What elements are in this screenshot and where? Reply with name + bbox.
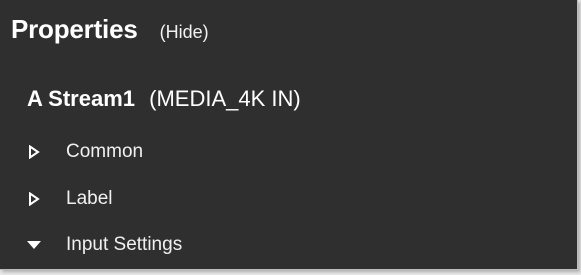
- triangle-right-icon: [24, 142, 44, 162]
- object-type: (MEDIA_4K IN): [149, 86, 301, 111]
- object-name: A Stream1: [27, 86, 136, 111]
- section-label: Input Settings: [66, 234, 183, 255]
- panel-title: Properties: [11, 14, 138, 44]
- section-label: Label: [66, 188, 113, 209]
- panel-header: Properties (Hide): [11, 14, 209, 45]
- hide-panel-link[interactable]: (Hide): [160, 22, 209, 43]
- section-label: Common: [66, 141, 144, 162]
- triangle-down-icon: [24, 235, 44, 255]
- page: Properties (Hide) A Stream1 (MEDIA_4K IN…: [0, 0, 581, 275]
- properties-panel: Properties (Hide) A Stream1 (MEDIA_4K IN…: [0, 0, 578, 270]
- triangle-right-icon: [24, 189, 44, 209]
- section-common[interactable]: Common: [24, 137, 143, 167]
- section-label[interactable]: Label: [24, 184, 113, 214]
- selected-object-heading: A Stream1 (MEDIA_4K IN): [27, 86, 301, 112]
- section-input-settings[interactable]: Input Settings: [24, 230, 182, 260]
